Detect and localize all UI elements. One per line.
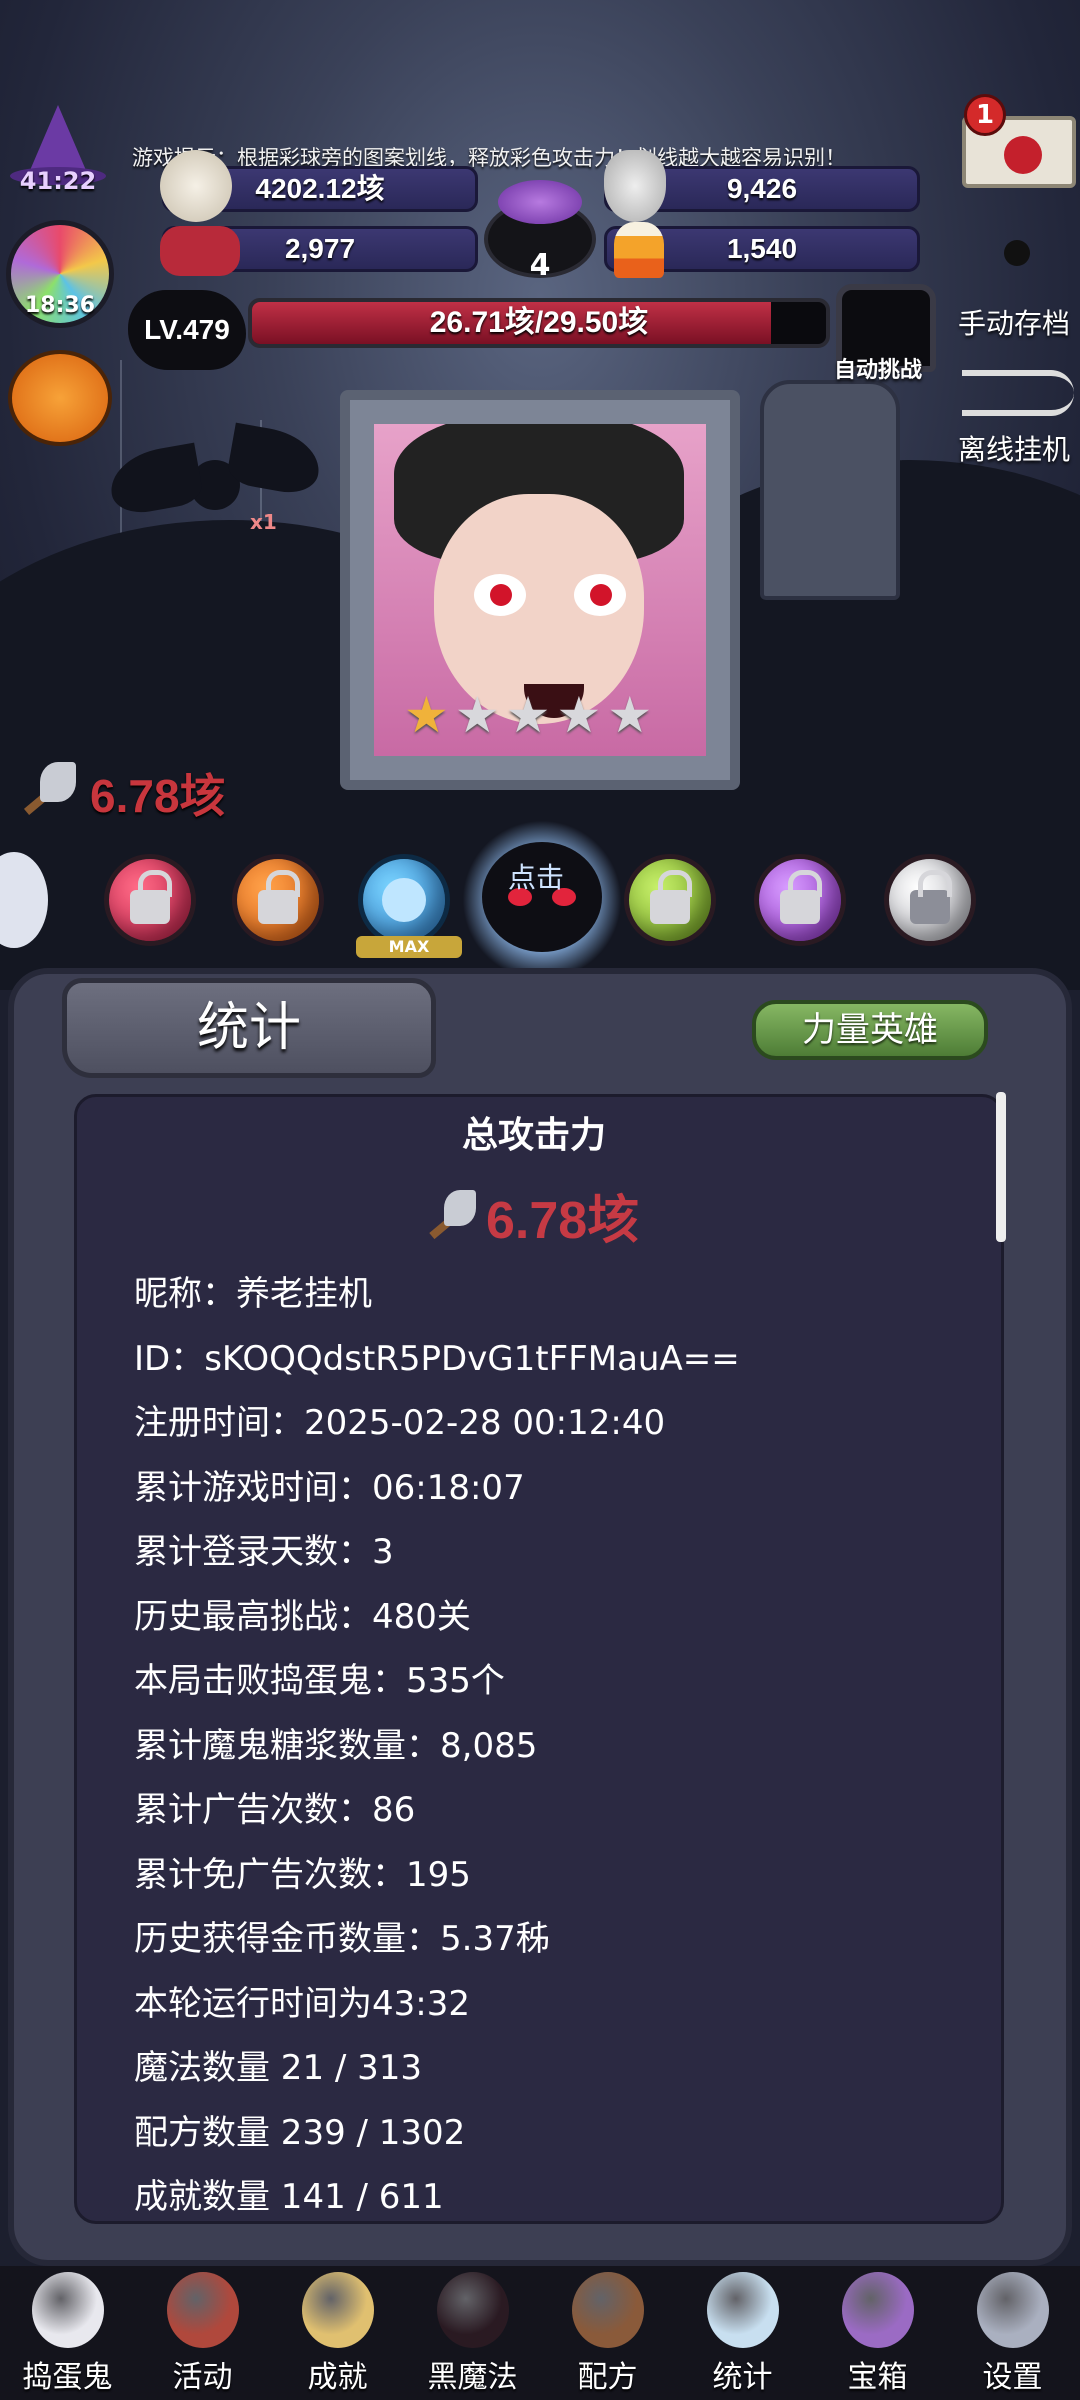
nav-item[interactable]: 统计	[675, 2266, 810, 2400]
nav-item[interactable]: 配方	[540, 2266, 675, 2400]
orb-orange-locked[interactable]	[232, 854, 324, 946]
star-icon: ★	[505, 686, 551, 744]
axe-icon	[420, 1186, 476, 1246]
stat-row: 累计游戏时间：06:18:07	[134, 1467, 525, 1508]
eyeball-cauldron-icon	[167, 2272, 239, 2348]
stat-row: 注册时间：2025-02-28 00:12:40	[134, 1403, 666, 1443]
stats-tab[interactable]: 统计	[62, 978, 436, 1078]
stat-row: 历史最高挑战：480关	[134, 1596, 471, 1637]
lock-icon	[258, 870, 300, 924]
stat-row: 累计登录天数：3	[134, 1532, 394, 1572]
stat-row: 历史获得金币数量：5.37秭	[134, 1919, 550, 1959]
nav-label: 捣蛋鬼	[22, 2360, 113, 2395]
boss-stars: ★ ★ ★ ★ ★	[404, 690, 652, 740]
gear-icon	[977, 2272, 1049, 2348]
nav-item[interactable]: 捣蛋鬼	[0, 2266, 135, 2400]
mail-badge: 1	[964, 94, 1006, 136]
boss-portrait[interactable]: ★ ★ ★ ★ ★	[340, 390, 740, 790]
level-badge: LV.479	[128, 290, 246, 370]
fish-bone-icon[interactable]	[962, 370, 1074, 416]
nav-label: 成就	[307, 2360, 368, 2395]
skull-trophy-icon	[302, 2272, 374, 2348]
recipe-book-icon	[572, 2272, 644, 2348]
candy-ball-icon[interactable]: 18:36	[6, 220, 114, 328]
orb-red-locked[interactable]	[104, 854, 196, 946]
nav-item[interactable]: 黑魔法	[405, 2266, 540, 2400]
witch-timer: 41:22	[19, 167, 97, 195]
star-icon: ★	[607, 686, 653, 744]
ghost-icon	[32, 2272, 104, 2348]
treasure-chest-icon	[842, 2272, 914, 2348]
orb-green-locked[interactable]	[624, 854, 716, 946]
tap-label: 点击	[508, 861, 565, 894]
stat-row: 本局击败捣蛋鬼：535个	[134, 1661, 505, 1701]
orb-blue-max[interactable]	[358, 854, 450, 946]
cauldron-count: 4	[529, 248, 551, 283]
devil-cat-icon	[437, 2272, 509, 2348]
bat-multiplier: x1	[250, 510, 277, 534]
cauldron-icon[interactable]: 4	[478, 170, 602, 283]
orb-max-badge: MAX	[356, 936, 462, 958]
gold-sack-icon	[160, 150, 232, 222]
boss-hp-bar: 26.71垓/29.50垓	[248, 298, 830, 348]
nav-item[interactable]: 成就	[270, 2266, 405, 2400]
nav-label: 设置	[982, 2360, 1043, 2395]
candy-timer: 18:36	[24, 293, 96, 318]
nav-label: 统计	[712, 2360, 773, 2395]
boss-damage: 6.78垓	[90, 770, 226, 822]
lock-icon	[780, 870, 822, 924]
bottom-nav: 捣蛋鬼 活动 成就 黑魔法 配方 统计 宝箱 设置	[0, 2266, 1080, 2400]
stat-row: 昵称：养老挂机	[134, 1274, 372, 1314]
stat-row: 累计广告次数：86	[134, 1790, 416, 1830]
star-icon: ★	[454, 686, 500, 744]
nav-label: 黑魔法	[427, 2360, 518, 2395]
blue-skull-icon	[382, 878, 426, 922]
tombstone	[760, 380, 900, 600]
stat-row: 成就数量 141 / 611	[134, 2177, 444, 2217]
nav-item[interactable]: 设置	[945, 2266, 1080, 2400]
nav-item[interactable]: 宝箱	[810, 2266, 945, 2400]
stat-row: 魔法数量 21 / 313	[134, 2048, 423, 2088]
nav-label: 宝箱	[847, 2360, 908, 2395]
total-attack-value: 6.78垓	[486, 1192, 640, 1250]
lock-icon	[910, 870, 952, 924]
manual-save-button[interactable]: 手动存档	[958, 302, 1070, 342]
axe-icon	[6, 760, 76, 820]
offline-idle-button[interactable]: 离线挂机	[958, 428, 1070, 468]
lock-icon	[650, 870, 692, 924]
stat-row: 配方数量 239 / 1302	[134, 2112, 466, 2153]
orb-white-locked[interactable]	[884, 854, 976, 946]
stat-row: 本轮运行时间为43:32	[134, 1983, 470, 2024]
candy-corn-icon	[614, 222, 664, 278]
total-attack: 6.78垓	[420, 1178, 639, 1253]
stat-row: 累计魔鬼糖浆数量：8,085	[134, 1725, 538, 1766]
star-icon: ★	[404, 686, 449, 744]
witch-hat-icon[interactable]: 41:22	[10, 105, 106, 195]
star-icon: ★	[556, 686, 602, 744]
bat-icon: x1	[105, 422, 325, 540]
boss-hp-text: 26.71垓/29.50垓	[429, 306, 649, 339]
skull-potion-icon	[604, 150, 666, 222]
auto-challenge-label: 自动挑战	[834, 358, 923, 383]
stat-row: 累计免广告次数：195	[134, 1854, 471, 1895]
nav-item[interactable]: 活动	[135, 2266, 270, 2400]
power-hero-button[interactable]: 力量英雄	[752, 1000, 988, 1060]
skull-candy-icon	[160, 226, 240, 276]
stat-row: ID：sKOQQdstR5PDvG1tFFMauA==	[134, 1338, 740, 1379]
lock-icon	[130, 870, 172, 924]
pumpkin-icon[interactable]	[8, 350, 112, 446]
nav-label: 配方	[577, 2360, 638, 2395]
nav-label: 活动	[172, 2360, 233, 2395]
orb-purple-locked[interactable]	[754, 854, 846, 946]
total-attack-title: 总攻击力	[461, 1115, 606, 1156]
scrollbar[interactable]	[996, 1092, 1006, 1242]
wax-seal-icon	[1004, 136, 1042, 174]
spider-icon	[1004, 240, 1030, 266]
crystal-ball-icon	[707, 2272, 779, 2348]
